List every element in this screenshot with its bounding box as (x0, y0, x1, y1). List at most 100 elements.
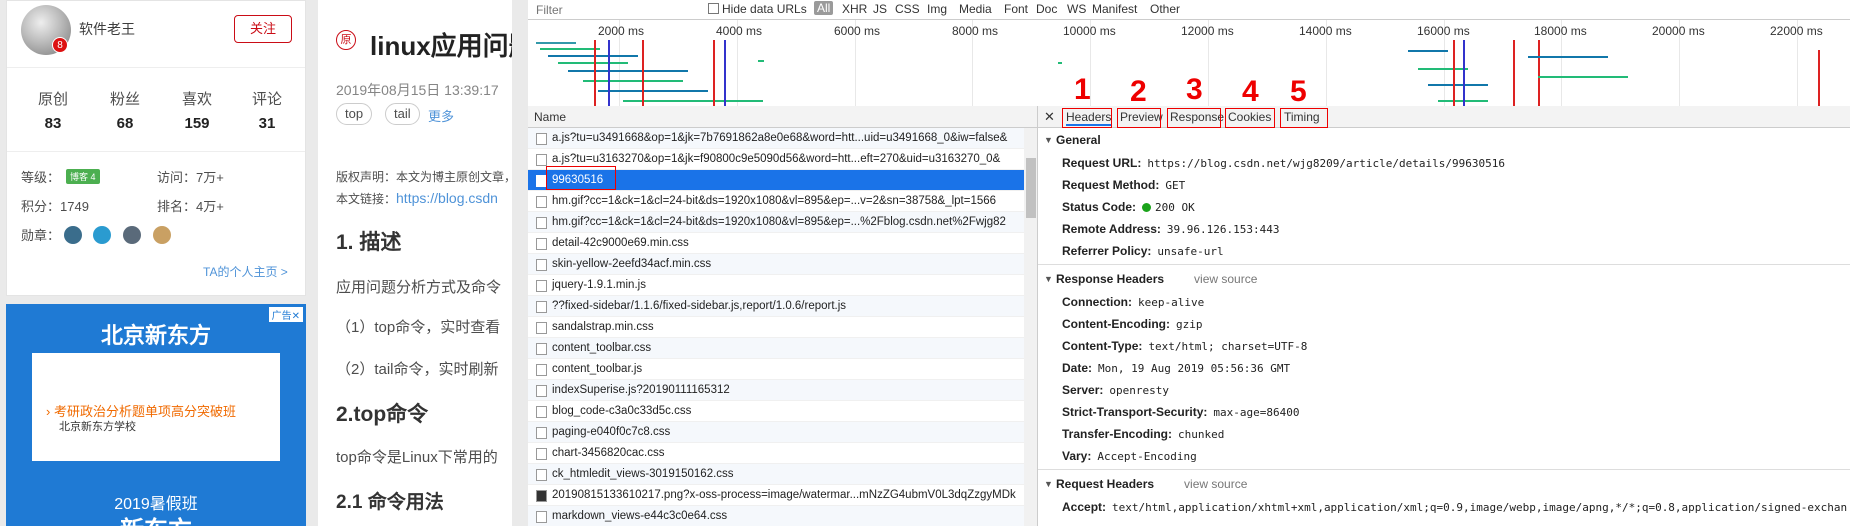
stat-label: 粉丝 (109, 91, 140, 108)
filter-js[interactable]: JS (873, 2, 887, 16)
medal-icon[interactable] (93, 226, 112, 244)
paragraph: top命令是Linux下常用的 (336, 449, 498, 466)
filter-media[interactable]: Media (959, 2, 992, 16)
request-row[interactable]: a.js?tu=u3491668&op=1&jk=7b7691862a8e0e6… (528, 128, 1024, 149)
header-key: Date: (1062, 361, 1093, 375)
request-row[interactable]: hm.gif?cc=1&ck=1&cl=24-bit&ds=1920x1080&… (528, 212, 1024, 233)
request-row[interactable]: content_toolbar.js (528, 359, 1024, 380)
header-key: Connection: (1062, 295, 1132, 309)
request-name: markdown_views-e44c3c0e64.css (552, 510, 728, 522)
response-header-row: Server: openresty (1038, 379, 1850, 401)
request-row[interactable]: indexSuperise.js?20190111165312 (528, 380, 1024, 401)
stat-label: 评论 (251, 91, 282, 108)
filter-xhr[interactable]: XHR (842, 2, 867, 16)
request-row[interactable]: skin-yellow-2eefd34acf.min.css (528, 254, 1024, 275)
name-header-label: Name (534, 110, 567, 124)
header-value: text/html; charset=UTF-8 (1148, 340, 1308, 353)
general-row: Status Code: 200 OK (1038, 196, 1850, 218)
request-row[interactable]: content_toolbar.css (528, 338, 1024, 359)
profile-name[interactable]: 软件老王 (79, 19, 135, 39)
avatar-badge: 8 (52, 37, 68, 53)
request-row[interactable]: blog_code-c3a0c33d5c.css (528, 401, 1024, 422)
ad-footer-brand: 新东方 (6, 510, 306, 526)
request-row[interactable]: hm.gif?cc=1&ck=1&cl=24-bit&ds=1920x1080&… (528, 191, 1024, 212)
filter-ws[interactable]: WS (1067, 2, 1086, 16)
request-name: ??fixed-sidebar/1.1.6/fixed-sidebar.js,r… (552, 300, 847, 312)
level-badge[interactable]: 博客 4 (66, 169, 100, 184)
medal-icon[interactable] (122, 226, 141, 244)
general-section-title: General (1056, 133, 1101, 147)
file-icon (536, 280, 547, 292)
header-value: gzip (1175, 318, 1203, 331)
request-row[interactable]: ??fixed-sidebar/1.1.6/fixed-sidebar.js,r… (528, 296, 1024, 317)
article-link[interactable]: https://blog.csdn (396, 190, 498, 206)
file-icon (536, 427, 547, 439)
tag-pill[interactable]: top (336, 103, 373, 125)
hide-data-urls-checkbox[interactable]: Hide data URLs (708, 2, 807, 16)
profile-homepage-link[interactable]: TA的个人主页 > (203, 263, 288, 280)
paragraph: 应用问题分析方式及命令 (336, 279, 502, 296)
request-row[interactable]: paging-e040f0c7c8.css (528, 422, 1024, 443)
article-column: 原 linux应用问题 2019年08月15日 13:39:17 top tai… (318, 0, 512, 526)
timeline-tick-label: 6000 ms (834, 24, 881, 38)
file-icon (536, 448, 547, 460)
request-list-scrollbar[interactable] (1024, 128, 1038, 526)
triangle-down-icon: ▼ (1044, 479, 1053, 489)
filter-font[interactable]: Font (1004, 2, 1028, 16)
timeline-bar (623, 100, 763, 102)
filter-manifest[interactable]: Manifest (1092, 2, 1137, 16)
filter-all[interactable]: All (814, 1, 834, 15)
ad-banner[interactable]: 广告✕ 北京新东方 › 考研政治分析题单项高分突破班 北京新东方学校 2019暑… (6, 304, 306, 526)
view-source-link[interactable]: view source (1194, 272, 1257, 286)
request-headers-toggle[interactable]: ▼ Request Headers view source (1038, 472, 1850, 496)
header-key: Remote Address: (1062, 222, 1161, 236)
filter-input[interactable] (536, 2, 676, 18)
timeline-tick-label: 18000 ms (1534, 24, 1587, 38)
request-name: jquery-1.9.1.min.js (552, 279, 646, 291)
ad-line-text: 考研政治分析题单项高分突破班 (53, 404, 236, 419)
medal-icon[interactable] (152, 226, 171, 244)
request-row[interactable]: chart-3456820cac.css (528, 443, 1024, 464)
request-name: a.js?tu=u3491668&op=1&jk=7b7691862a8e0e6… (552, 132, 1008, 144)
request-row[interactable]: markdown_views-e44c3c0e64.css (528, 506, 1024, 526)
timeline-bar (558, 62, 628, 64)
file-icon (536, 511, 547, 523)
request-row[interactable]: sandalstrap.min.css (528, 317, 1024, 338)
paragraph: （1）top命令，实时查看 (336, 319, 501, 336)
article-title: linux应用问题 (370, 31, 512, 61)
more-tags-link[interactable]: 更多 (428, 106, 454, 125)
filter-css[interactable]: CSS (895, 2, 920, 16)
general-section-toggle[interactable]: ▼ General (1038, 128, 1850, 152)
response-header-row: Vary: Accept-Encoding (1038, 445, 1850, 467)
response-header-row: Strict-Transport-Security: max-age=86400 (1038, 401, 1850, 423)
scrollbar-thumb[interactable] (1026, 158, 1036, 218)
request-row[interactable]: ck_htmledit_views-3019150162.css (528, 464, 1024, 485)
filter-img[interactable]: Img (927, 2, 947, 16)
triangle-down-icon: ▼ (1044, 135, 1053, 145)
response-headers-toggle[interactable]: ▼ Response Headers view source (1038, 267, 1850, 291)
request-header-row: Accept: text/html,application/xhtml+xml,a… (1038, 496, 1850, 518)
filter-other[interactable]: Other (1150, 2, 1180, 16)
follow-button[interactable]: 关注 (234, 15, 292, 43)
timeline-tick-label: 12000 ms (1181, 24, 1234, 38)
view-source-link[interactable]: view source (1184, 477, 1247, 491)
header-key: Transfer-Encoding: (1062, 427, 1173, 441)
divider (7, 67, 305, 68)
request-row[interactable]: detail-42c9000e69.min.css (528, 233, 1024, 254)
annotation-number: 1 (1074, 73, 1091, 106)
visits-row: 访问：7万+ (157, 167, 224, 186)
tag-pill[interactable]: tail (385, 103, 420, 125)
article-link-label: 本文链接： (336, 192, 397, 206)
general-row: Request URL: https://blog.csdn.net/wjg820… (1038, 152, 1850, 174)
request-row[interactable]: 20190815133610217.png?x-oss-process=imag… (528, 485, 1024, 506)
section-heading: 1. 描述 (336, 231, 402, 254)
request-name: paging-e040f0c7c8.css (552, 426, 671, 438)
close-icon[interactable]: ✕ (1044, 109, 1055, 125)
medal-icon[interactable] (63, 226, 82, 244)
annotation-box (546, 166, 616, 190)
filter-doc[interactable]: Doc (1036, 2, 1057, 16)
name-column-header[interactable]: Name (528, 106, 1038, 128)
request-row[interactable]: jquery-1.9.1.min.js (528, 275, 1024, 296)
ad-title: 北京新东方 (100, 323, 211, 348)
stat-original: 原创 83 (23, 88, 83, 132)
